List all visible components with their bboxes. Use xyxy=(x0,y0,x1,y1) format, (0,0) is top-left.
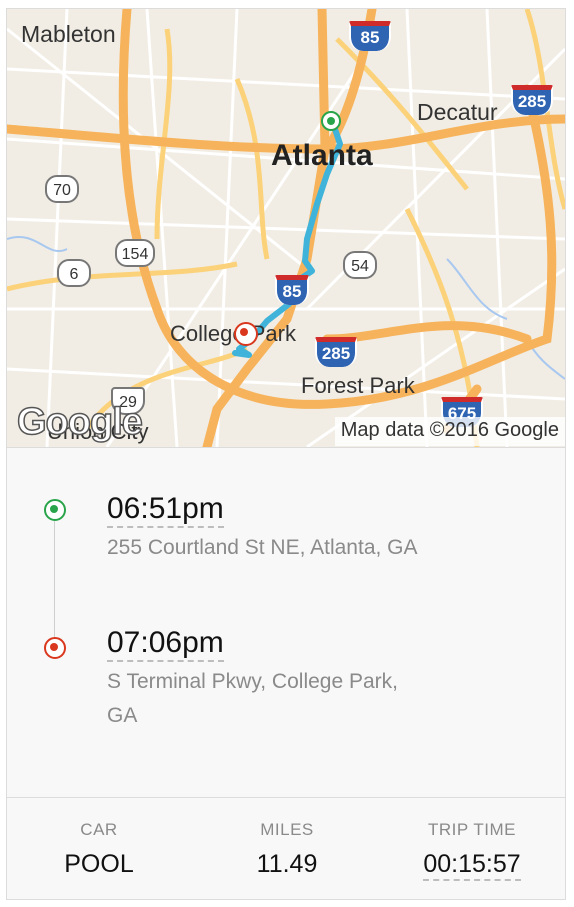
map-label-atlanta: Atlanta xyxy=(271,139,373,172)
stat-miles: MILES 11.49 xyxy=(217,820,357,879)
pickup-dot-icon xyxy=(44,499,66,521)
route-70-shield: 70 xyxy=(45,175,79,203)
route-connector-line xyxy=(54,521,55,641)
stat-trip-time-value[interactable]: 00:15:57 xyxy=(423,850,521,881)
map-end-marker-icon xyxy=(234,322,258,346)
interstate-85-mid-shield: 85 xyxy=(275,275,309,305)
map-graphic xyxy=(7,9,565,447)
google-logo: Google xyxy=(16,400,143,444)
map-start-marker-icon xyxy=(321,111,341,131)
trip-details: 06:51pm 255 Courtland St NE, Atlanta, GA… xyxy=(7,447,565,798)
pickup-address: 255 Courtland St NE, Atlanta, GA xyxy=(107,536,418,559)
map-label-decatur: Decatur xyxy=(417,99,498,125)
interstate-285-shield: 285 xyxy=(511,85,553,115)
stat-miles-label: MILES xyxy=(260,820,314,839)
stat-trip-time-label: TRIP TIME xyxy=(428,820,516,839)
stat-car-value: POOL xyxy=(64,850,134,878)
stat-car: CAR POOL xyxy=(29,820,169,879)
trip-stats: CAR POOL MILES 11.49 TRIP TIME 00:15:57 xyxy=(7,797,565,899)
dropoff-address: S Terminal Pkwy, College Park, GA xyxy=(107,670,398,727)
stat-car-label: CAR xyxy=(80,820,118,839)
route-154-shield: 154 xyxy=(115,239,155,267)
trip-card: Mableton Decatur Atlanta College Park Fo… xyxy=(6,8,566,900)
dropoff-dot-icon xyxy=(44,637,66,659)
route-6-shield: 6 xyxy=(57,259,91,287)
route-map[interactable]: Mableton Decatur Atlanta College Park Fo… xyxy=(7,9,565,447)
dropoff-time[interactable]: 07:06pm xyxy=(107,626,224,662)
stat-miles-value: 11.49 xyxy=(256,850,318,878)
map-label-mableton: Mableton xyxy=(21,21,116,47)
map-label-forest-park: Forest Park xyxy=(301,373,415,398)
stat-trip-time: TRIP TIME 00:15:57 xyxy=(397,820,547,881)
interstate-85-shield: 85 xyxy=(349,21,391,51)
pickup-time[interactable]: 06:51pm xyxy=(107,492,224,528)
route-54-shield: 54 xyxy=(343,251,377,279)
interstate-285-mid-shield: 285 xyxy=(315,337,357,367)
map-attribution: Map data ©2016 Google xyxy=(334,417,565,446)
map-label-college-park: College Park xyxy=(170,321,296,346)
